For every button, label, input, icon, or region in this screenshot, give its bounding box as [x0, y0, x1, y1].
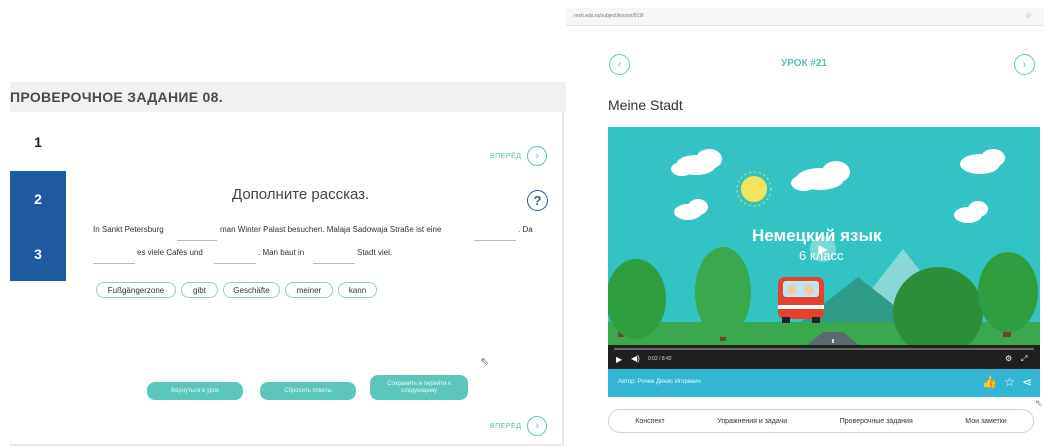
back-to-lesson-button[interactable]: Вернуться в урок — [147, 382, 243, 400]
text-part-6: Stadt viel. — [357, 248, 393, 257]
chevron-right-icon: › — [527, 146, 548, 166]
next-label: ВПЕРЁД — [490, 152, 522, 160]
tab-notes[interactable]: Конспект — [635, 418, 664, 425]
video-controls: ▶ ◀) 0:02 / 8:42 ⚙ ⤢ — [608, 345, 1040, 369]
bookmark-star-icon[interactable]: ☆ — [1025, 11, 1032, 20]
tab-exercises[interactable]: Упражнения и задачи — [717, 418, 787, 425]
mouse-cursor-icon: ⇖ — [1035, 398, 1043, 408]
share-icon[interactable]: ⋖ — [1022, 375, 1032, 389]
prev-lesson-button[interactable]: ‹ — [609, 54, 630, 75]
lesson-panel: resh.edu.ru/subject/lesson/919/ ☆ ‹ УРОК… — [566, 0, 1044, 446]
chevron-right-icon: › — [527, 416, 548, 436]
next-lesson-button[interactable]: › — [1014, 54, 1035, 75]
gear-icon[interactable]: ⚙ — [1005, 354, 1012, 363]
chevron-right-icon: › — [1022, 58, 1027, 71]
step-1[interactable]: 1 — [10, 124, 66, 160]
next-link-top[interactable]: ВПЕРЁД › — [490, 146, 548, 166]
tab-tests[interactable]: Проверочные задания — [840, 418, 913, 425]
screenshot-root: ПРОВЕРОЧНОЕ ЗАДАНИЕ 08. 1 2 3 ВПЕРЁД › Д… — [0, 0, 1044, 446]
blank-1[interactable] — [177, 240, 217, 241]
text-part-2: man Winter Palast besuchen. Malaja Sadow… — [220, 225, 442, 234]
video-time: 0:02 / 8:42 — [648, 356, 672, 362]
text-part-3: . Da — [518, 225, 533, 234]
next-label: ВПЕРЁД — [490, 422, 522, 430]
word-chip[interactable]: gibt — [181, 282, 218, 298]
video-player[interactable]: Немецкий язык 6 класс ▶ ▶ ◀) 0:02 / 8:42… — [608, 127, 1040, 369]
author-actions: 👍 ☆ ⋖ — [982, 375, 1032, 389]
play-icon[interactable]: ▶ — [616, 355, 622, 364]
blank-2[interactable] — [474, 240, 516, 241]
blank-3[interactable] — [93, 263, 135, 264]
help-icon[interactable]: ? — [527, 190, 548, 211]
blank-4[interactable] — [214, 263, 256, 264]
tab-my-notes[interactable]: Мои заметки — [965, 418, 1006, 425]
blank-5[interactable] — [313, 263, 355, 264]
word-chip[interactable]: Geschäfte — [223, 282, 280, 298]
lesson-number: УРОК #21 — [781, 58, 828, 69]
star-icon[interactable]: ☆ — [1004, 375, 1015, 389]
lesson-tabs: Конспект Упражнения и задачи Проверочные… — [608, 409, 1034, 433]
video-progress-bar[interactable] — [614, 348, 1034, 350]
text-part-4: es viele Cafés und — [137, 248, 203, 257]
next-link-bottom[interactable]: ВПЕРЁД › — [490, 416, 548, 436]
play-icon[interactable]: ▶ — [810, 236, 836, 262]
reset-answers-button[interactable]: Сбросить ответы — [260, 382, 356, 400]
text-part-5: . Man baut in — [258, 248, 305, 257]
quiz-panel: ПРОВЕРОЧНОЕ ЗАДАНИЕ 08. 1 2 3 ВПЕРЁД › Д… — [0, 0, 566, 446]
author-text: Автор: Рочев Денис Игоревич — [618, 379, 701, 385]
word-chip[interactable]: Fußgängerzone — [96, 282, 176, 298]
text-part-1: In Sankt Petersburg — [93, 225, 164, 234]
save-next-button[interactable]: Сохранить и перейти к следующему — [370, 375, 468, 400]
volume-icon[interactable]: ◀) — [631, 354, 640, 363]
mouse-cursor-icon: ⇖ — [480, 356, 490, 368]
author-bar: Автор: Рочев Денис Игоревич 👍 ☆ ⋖ — [608, 369, 1040, 397]
word-chip[interactable]: kann — [338, 282, 377, 298]
browser-address-bar[interactable]: resh.edu.ru/subject/lesson/919/ ☆ — [566, 8, 1044, 26]
lesson-title: Meine Stadt — [608, 97, 683, 113]
url-text: resh.edu.ru/subject/lesson/919/ — [574, 13, 644, 19]
quiz-header: ПРОВЕРОЧНОЕ ЗАДАНИЕ 08. — [10, 82, 566, 112]
quiz-title: ПРОВЕРОЧНОЕ ЗАДАНИЕ 08. — [10, 89, 223, 105]
step-3[interactable]: 3 — [10, 226, 66, 281]
word-chip[interactable]: meiner — [285, 282, 333, 298]
fullscreen-icon[interactable]: ⤢ — [1021, 354, 1027, 364]
chevron-left-icon: ‹ — [617, 58, 622, 71]
step-2[interactable]: 2 — [10, 171, 66, 226]
thumbs-up-icon[interactable]: 👍 — [982, 375, 997, 389]
task-title: Дополните рассказ. — [232, 186, 370, 203]
